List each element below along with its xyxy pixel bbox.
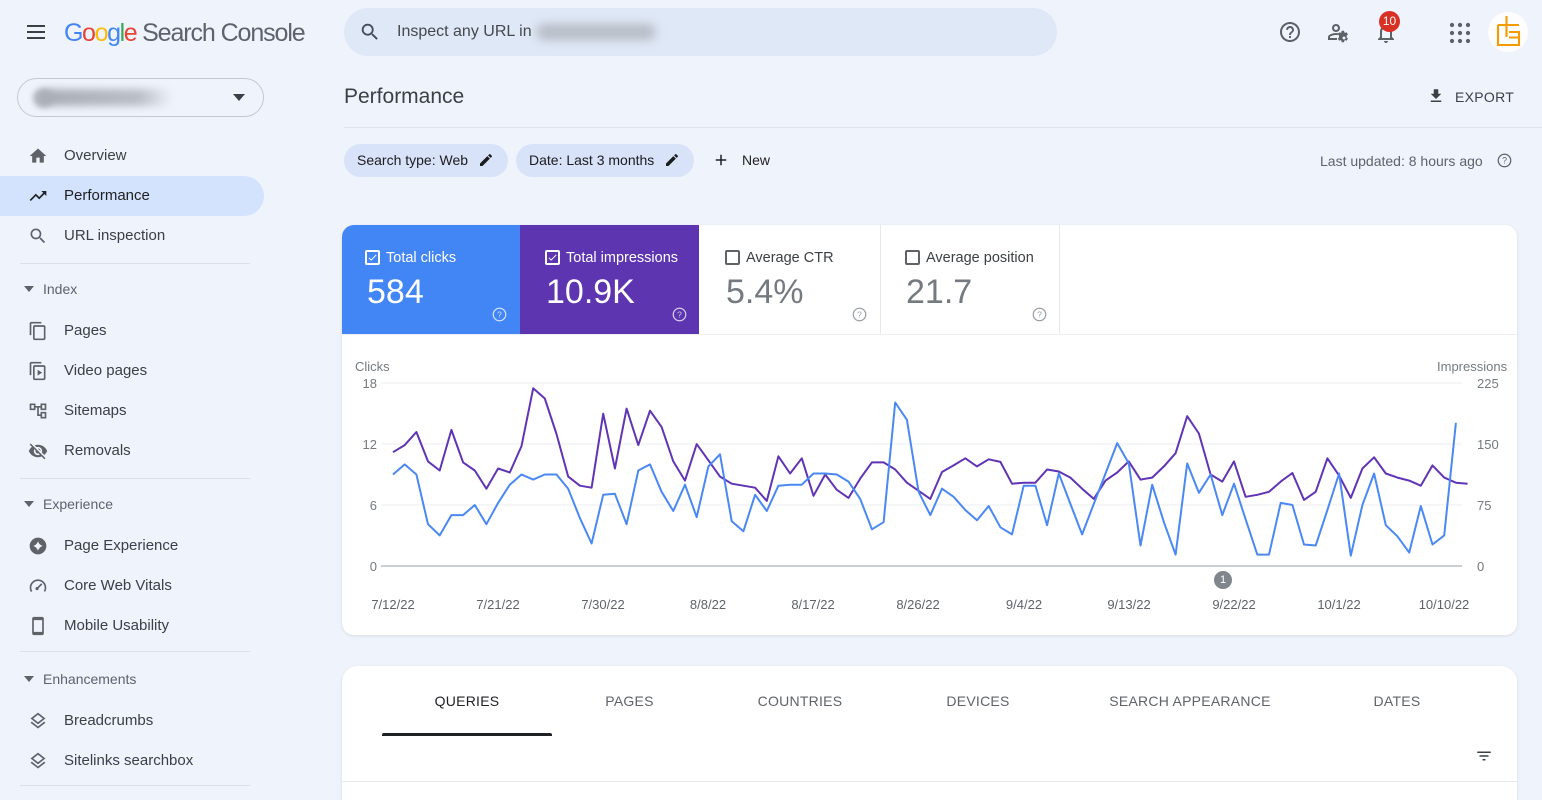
svg-text:?: ? [1502,156,1507,166]
